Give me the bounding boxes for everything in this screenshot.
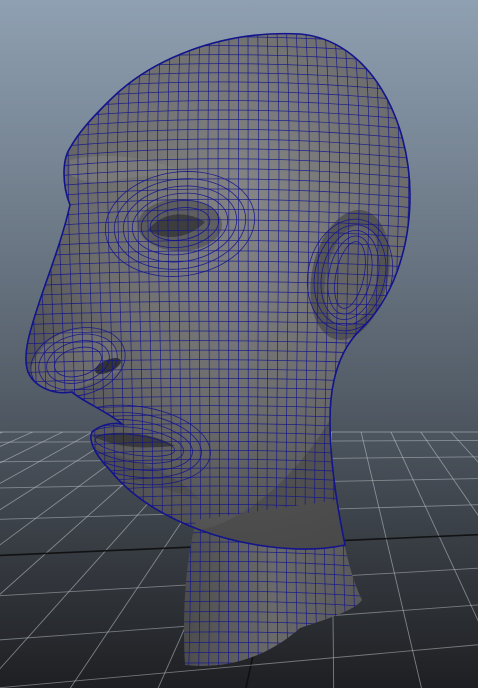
viewport-canvas[interactable] <box>0 0 478 688</box>
maya-viewport-3d[interactable] <box>0 0 478 688</box>
